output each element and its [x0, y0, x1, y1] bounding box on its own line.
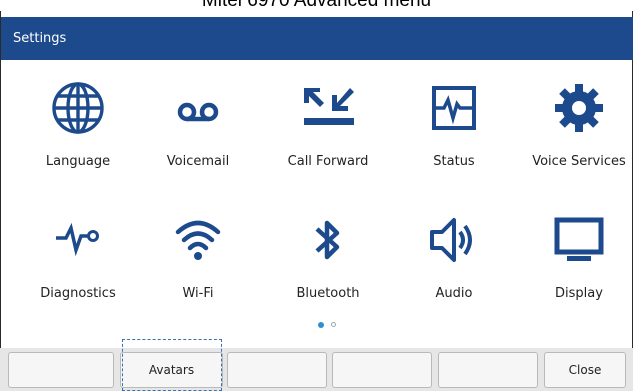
tile-voice-services[interactable]: Voice Services — [517, 78, 633, 198]
phone-screen: Settings — [0, 11, 633, 391]
softkey-3[interactable] — [227, 352, 327, 388]
tile-label: Bluetooth — [296, 286, 360, 301]
tile-label: Display — [555, 286, 603, 301]
tile-label: Status — [433, 154, 475, 169]
softkey-close[interactable]: Close — [544, 352, 626, 388]
tile-wifi[interactable]: Wi-Fi — [136, 210, 260, 330]
bluetooth-icon — [315, 220, 340, 260]
tile-label: Voice Services — [532, 154, 626, 169]
tile-call-forward[interactable]: Call Forward — [266, 78, 390, 198]
tile-label: Diagnostics — [40, 286, 116, 301]
tile-diagnostics[interactable]: Diagnostics — [16, 210, 140, 330]
softkey-5[interactable] — [438, 352, 538, 388]
tile-label: Wi-Fi — [182, 286, 214, 301]
page-dot-active — [318, 322, 324, 328]
monitor-icon — [554, 217, 604, 261]
tile-bluetooth[interactable]: Bluetooth — [266, 210, 390, 330]
wifi-icon — [175, 220, 221, 260]
tile-label: Voicemail — [166, 154, 230, 169]
softkey-bar: Avatars Close — [0, 348, 633, 391]
call-forward-icon — [304, 88, 354, 125]
status-icon — [432, 86, 476, 130]
screen-title: Settings — [13, 31, 67, 46]
tile-label: Call Forward — [287, 154, 369, 169]
tile-label: Audio — [435, 286, 473, 301]
speaker-icon — [430, 218, 472, 262]
gear-icon — [555, 84, 603, 132]
diagnostics-icon — [56, 222, 99, 257]
tile-audio[interactable]: Audio — [392, 210, 516, 330]
tile-label: Language — [45, 154, 111, 169]
tile-voicemail[interactable]: Voicemail — [136, 78, 260, 198]
softkey-4[interactable] — [332, 352, 432, 388]
page-dot-inactive — [331, 322, 336, 327]
voicemail-icon — [177, 102, 219, 122]
tile-status[interactable]: Status — [392, 78, 516, 198]
globe-icon — [52, 82, 104, 134]
softkey-avatars[interactable]: Avatars — [120, 352, 223, 388]
page-caption: Mitel 6970 Advanced menu — [201, 0, 432, 11]
title-bar: Settings — [1, 17, 633, 60]
tile-display[interactable]: Display — [517, 210, 633, 330]
tile-language[interactable]: Language — [16, 78, 140, 198]
softkey-1[interactable] — [8, 352, 114, 388]
